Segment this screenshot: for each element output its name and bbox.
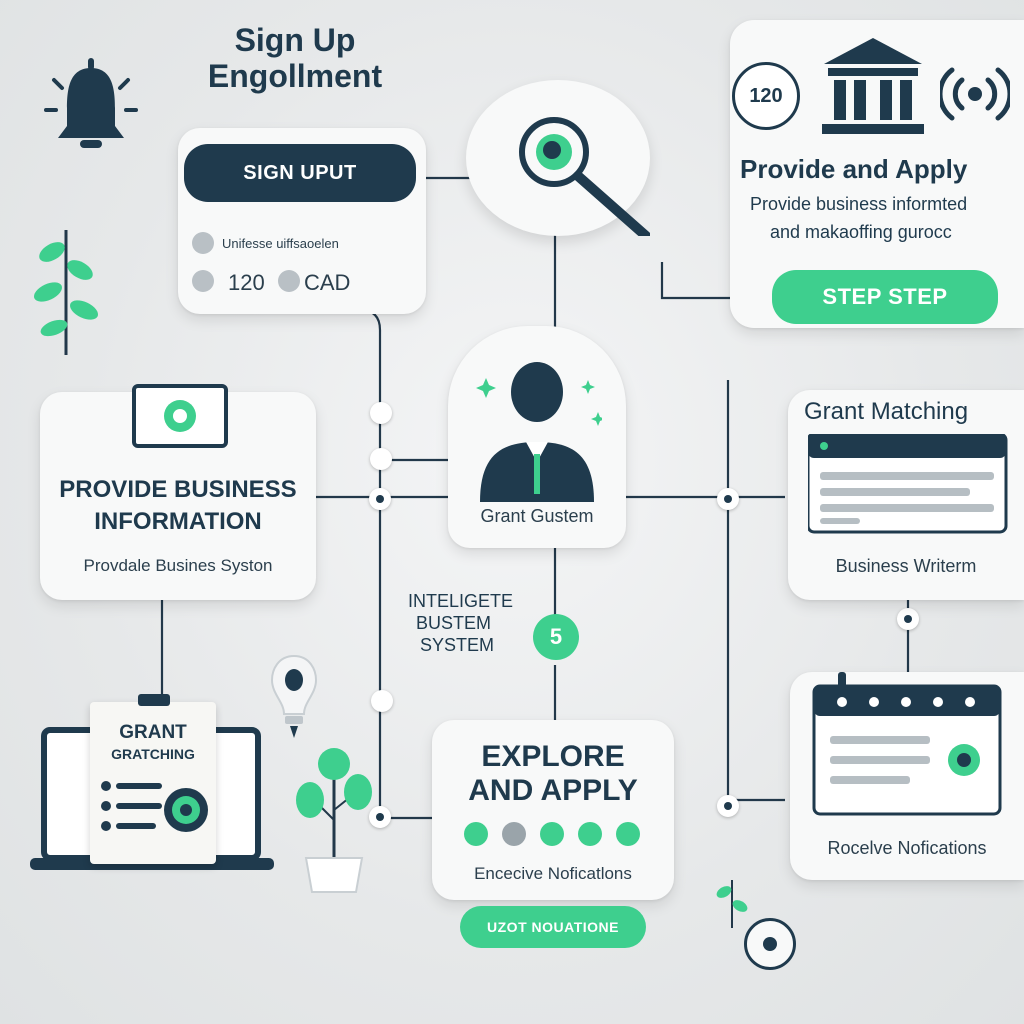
- step-button[interactable]: STEP STEP: [772, 270, 998, 324]
- provide-apply-heading: Provide and Apply: [740, 154, 968, 184]
- signup-amount: 120: [228, 270, 265, 295]
- notifications-button[interactable]: UZOT NOUATIONE: [460, 906, 646, 948]
- provide-apply-card: 120 Provide and Apply Provide business i…: [730, 20, 1024, 328]
- title-line2: Engollment: [207, 58, 383, 94]
- radio-icon[interactable]: [192, 232, 214, 254]
- option-icon[interactable]: [616, 822, 640, 846]
- explore-heading: EXPLORE AND APPLY: [432, 740, 674, 808]
- intelligent-line1: INTELIGETE: [408, 591, 514, 611]
- notifications-label: Rocelve Nofications: [827, 838, 987, 858]
- flow-diagram: Sign Up Engollment SIGN UPUT Unifesse ui…: [0, 0, 1024, 1024]
- explore-heading1: EXPLORE: [481, 740, 625, 773]
- signup-currency: CAD: [304, 270, 351, 295]
- option-icon[interactable]: [540, 822, 564, 846]
- bank-icon: [822, 38, 924, 134]
- provide-apply-sub2: and makaoffing gurocc: [770, 222, 952, 242]
- browser-list-icon: [808, 434, 1008, 534]
- signup-row1-text: Unifesse uiffsaoelen: [222, 236, 339, 251]
- calendar-icon: [812, 672, 1002, 816]
- notifications-card: Rocelve Nofications: [790, 672, 1024, 880]
- connector-node: [717, 795, 739, 817]
- grant-matching-card: Grant Matching Business Writerm: [788, 390, 1024, 600]
- clip-icon: [138, 694, 170, 706]
- user-tie-icon: [476, 362, 602, 502]
- step-number-badge: 5: [533, 614, 579, 660]
- laptop-line1: GRANT: [119, 722, 187, 743]
- bell-icon: [44, 58, 138, 148]
- radio-icon[interactable]: [192, 270, 214, 292]
- explore-heading2: AND APPLY: [468, 774, 638, 807]
- option-icon[interactable]: [464, 822, 488, 846]
- potted-plant-icon: [296, 748, 372, 893]
- title-line1: Sign Up: [234, 22, 356, 58]
- search-magnifier-icon: [519, 117, 651, 241]
- checklist-icon: [101, 781, 208, 832]
- connector-node: [370, 448, 392, 470]
- connector-node: [897, 608, 919, 630]
- search-card: [466, 80, 651, 241]
- laptop-card: GRANT GRATCHING: [30, 690, 274, 882]
- business-info-heading2: INFORMATION: [94, 508, 262, 535]
- sign-up-button[interactable]: SIGN UPUT: [184, 144, 416, 202]
- grant-system-card: Grant Gustem: [448, 326, 626, 548]
- connector-node: [369, 488, 391, 510]
- option-icon[interactable]: [578, 822, 602, 846]
- connector-node: [717, 488, 739, 510]
- grant-document: GRANT GRATCHING: [90, 694, 216, 864]
- connector-node: [370, 402, 392, 424]
- provide-apply-sub1: Provide business informted: [750, 194, 968, 214]
- business-info-sub: Provdale Busines Syston: [83, 556, 273, 575]
- intelligent-system-label: INTELIGETE BUSTEM SYSTEM: [408, 590, 554, 656]
- laptop-line2: GRATCHING: [111, 746, 195, 762]
- connector-node: [371, 690, 393, 712]
- explore-icon-row: [464, 822, 640, 846]
- radio-icon[interactable]: [278, 270, 300, 292]
- grant-system-label: Grant Gustem: [480, 506, 594, 526]
- browser-window-icon: [132, 384, 228, 448]
- explore-apply-card: EXPLORE AND APPLY Encecive Noficatlons: [432, 720, 674, 900]
- signup-card: SIGN UPUT Unifesse uiffsaoelen 120 CAD: [178, 128, 426, 314]
- business-info-card: PROVIDE BUSINESS INFORMATION Provdale Bu…: [40, 384, 316, 600]
- business-info-heading1: PROVIDE BUSINESS: [59, 476, 297, 503]
- leaf-icon: [716, 880, 748, 928]
- explore-sub: Encecive Noficatlons: [474, 864, 632, 883]
- signal-icon: [940, 67, 1010, 121]
- plant-icon: [33, 230, 99, 355]
- lightbulb-icon: [270, 654, 318, 738]
- grant-matching-heading: Grant Matching: [804, 398, 969, 425]
- page-title: Sign Up Engollment: [180, 22, 410, 94]
- intelligent-line2: BUSTEM: [416, 613, 492, 633]
- grant-matching-sub: Business Writerm: [835, 556, 977, 576]
- option-icon[interactable]: [502, 822, 526, 846]
- counter-badge: 120: [732, 62, 800, 130]
